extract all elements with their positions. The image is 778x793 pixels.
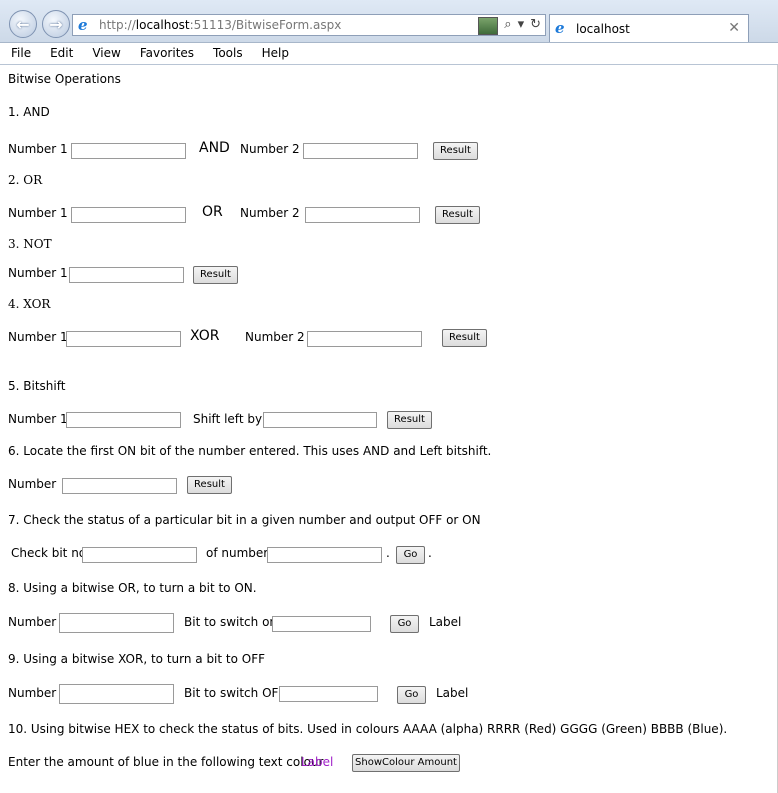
forward-arrow-icon: → [49,14,63,34]
bit-to-switch-on-label: Bit to switch on [184,615,278,629]
and-number2-input[interactable] [303,143,418,159]
first-on-bit-number-input[interactable] [62,478,177,494]
menu-favorites[interactable]: Favorites [129,43,202,64]
first-on-bit-result-button[interactable]: Result [187,476,232,494]
turn-on-result-label: Label [429,615,462,629]
first-on-bit-number-label: Number [8,477,57,491]
turn-off-number-input[interactable] [59,684,174,704]
dropdown-icon[interactable]: ▾ [518,17,525,35]
bitshift-result-button[interactable]: Result [387,411,432,429]
or-number2-label: Number 2 [240,206,300,220]
page-title: Bitwise Operations [8,72,121,86]
turn-off-number-label: Number [8,686,57,700]
bitshift-heading: 5. Bitshift [8,379,66,393]
refresh-icon[interactable]: ↻ [530,17,541,35]
back-button[interactable]: ← [9,10,37,38]
first-on-bit-heading: 6. Locate the first ON bit of the number… [8,444,492,458]
tab-ie-icon: e [555,19,565,37]
check-dot-2: . [428,546,432,560]
and-number1-input[interactable] [71,143,186,159]
check-number-input[interactable] [267,547,382,563]
search-icon[interactable]: ⌕ [504,17,511,35]
and-number1-label: Number 1 [8,142,68,156]
bitshift-number1-label: Number 1 [8,412,68,426]
bit-to-switch-on-input[interactable] [272,616,371,632]
or-operator-label: OR [202,204,223,220]
turn-on-number-label: Number [8,615,57,629]
shift-amount-input[interactable] [263,412,377,428]
compatibility-view-icon[interactable] [478,17,499,35]
bit-to-switch-off-input[interactable] [279,686,378,702]
or-heading: 2. OR [8,173,43,187]
menu-edit[interactable]: Edit [39,43,81,64]
not-result-button[interactable]: Result [193,266,238,284]
or-result-button[interactable]: Result [435,206,480,224]
forward-button[interactable]: → [42,10,70,38]
xor-number2-label: Number 2 [245,330,305,344]
turn-on-heading: 8. Using a bitwise OR, to turn a bit to … [8,581,257,595]
page-content: Bitwise Operations 1. AND Number 1 AND N… [0,65,778,793]
not-number1-input[interactable] [69,267,184,283]
address-bar[interactable]: e http://localhost:51113/BitwiseForm.asp… [72,14,546,36]
and-number2-label: Number 2 [240,142,300,156]
colour-label: Label [301,755,334,769]
or-number2-input[interactable] [305,207,420,223]
tab-title: localhost [576,22,630,36]
show-colour-amount-button[interactable]: ShowColour Amount [352,754,460,772]
xor-operator-label: XOR [190,328,220,344]
xor-number1-label: Number 1 [8,330,68,344]
turn-off-heading: 9. Using a bitwise XOR, to turn a bit to… [8,652,266,666]
back-arrow-icon: ← [16,14,30,34]
not-heading: 3. NOT [8,237,52,251]
menu-view[interactable]: View [81,43,128,64]
xor-heading: 4. XOR [8,297,51,311]
menu-tools[interactable]: Tools [202,43,251,64]
and-heading: 1. AND [8,105,50,119]
turn-on-go-button[interactable]: Go [390,615,419,633]
xor-result-button[interactable]: Result [442,329,487,347]
blue-amount-prompt: Enter the amount of blue in the followin… [8,755,324,769]
browser-tab[interactable]: e localhost ✕ [549,14,749,42]
or-number1-label: Number 1 [8,206,68,220]
shift-left-label: Shift left by [193,412,263,426]
of-number-label: of number [206,546,269,560]
turn-off-go-button[interactable]: Go [397,686,426,704]
bitshift-number1-input[interactable] [66,412,181,428]
and-result-button[interactable]: Result [433,142,478,160]
or-number1-input[interactable] [71,207,186,223]
check-bit-heading: 7. Check the status of a particular bit … [8,513,481,527]
xor-number1-input[interactable] [66,331,181,347]
check-bit-no-label: Check bit no [11,546,87,560]
hex-heading: 10. Using bitwise HEX to check the statu… [8,722,728,736]
bit-to-switch-off-label: Bit to switch OFF [184,686,286,700]
address-url[interactable]: http://localhost:51113/BitwiseForm.aspx [99,18,341,32]
check-bit-no-input[interactable] [82,547,197,563]
turn-off-result-label: Label [436,686,469,700]
menu-help[interactable]: Help [251,43,297,64]
turn-on-number-input[interactable] [59,613,174,633]
xor-number2-input[interactable] [307,331,422,347]
menu-file[interactable]: File [0,43,39,64]
not-number1-label: Number 1 [8,266,68,280]
and-operator-label: AND [199,140,230,156]
menu-bar: File Edit View Favorites Tools Help [0,43,778,65]
check-dot-1: . [386,546,390,560]
check-bit-go-button[interactable]: Go [396,546,425,564]
tab-close-icon[interactable]: ✕ [728,20,740,36]
ie-page-icon: e [78,16,88,34]
browser-toolbar: ← → e http://localhost:51113/BitwiseForm… [0,0,778,43]
